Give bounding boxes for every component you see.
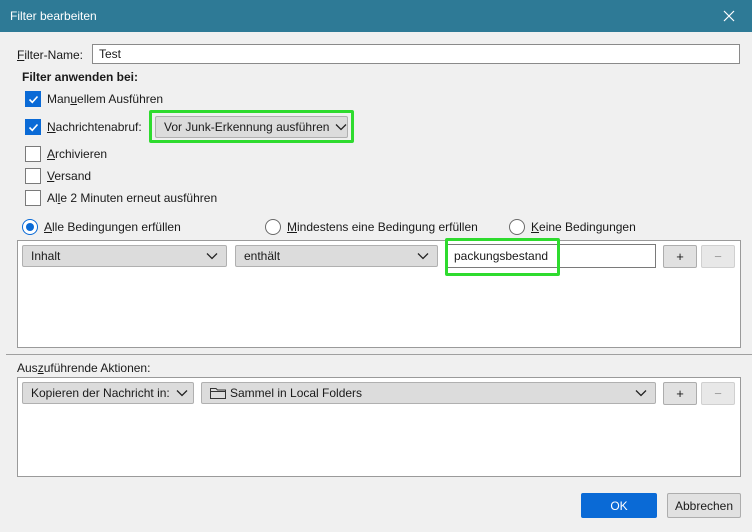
action-type-value: Kopieren der Nachricht in: <box>31 386 170 400</box>
archive-label: Archivieren <box>47 147 108 161</box>
action-type-dropdown[interactable]: Kopieren der Nachricht in: <box>22 382 194 404</box>
manual-run-checkbox[interactable] <box>25 91 41 107</box>
match-any-radio[interactable] <box>265 219 281 235</box>
chevron-down-icon <box>176 390 188 397</box>
archive-checkbox[interactable] <box>25 146 41 162</box>
match-none-option[interactable]: Keine Bedingungen <box>509 219 636 235</box>
cancel-button[interactable]: Abbrechen <box>667 493 741 518</box>
section-separator <box>6 354 752 355</box>
fetch-checkbox[interactable] <box>25 119 41 135</box>
condition-field-value: Inhalt <box>31 249 61 263</box>
title-bar: Filter bearbeiten <box>0 0 752 32</box>
filter-name-input[interactable]: Test <box>92 44 740 64</box>
match-none-radio[interactable] <box>509 219 525 235</box>
checkmark-icon <box>28 95 38 103</box>
fetch-label: Nachrichtenabruf: <box>47 120 142 134</box>
chevron-down-icon <box>635 390 647 397</box>
fetch-timing-dropdown[interactable]: Vor Junk-Erkennung ausführen <box>155 116 348 138</box>
periodic-option[interactable]: Alle 2 Minuten erneut ausführen <box>25 190 217 206</box>
send-checkbox[interactable] <box>25 168 41 184</box>
match-all-label: Alle Bedingungen erfüllen <box>44 220 181 234</box>
apply-heading: Filter anwenden bei: <box>22 70 139 84</box>
fetch-option[interactable]: Nachrichtenabruf: <box>25 119 142 135</box>
manual-run-option[interactable]: Manuellem Ausführen <box>25 91 163 107</box>
chevron-down-icon <box>206 253 218 260</box>
condition-operator-dropdown[interactable]: enthält <box>235 245 438 267</box>
chevron-down-icon <box>335 124 347 131</box>
target-folder-value: Sammel in Local Folders <box>230 386 363 400</box>
remove-action-button[interactable]: − <box>701 382 735 405</box>
close-icon <box>723 10 735 22</box>
target-folder-content: Sammel in Local Folders <box>210 386 362 400</box>
periodic-label: Alle 2 Minuten erneut ausführen <box>47 191 218 205</box>
checkmark-icon <box>28 123 38 131</box>
fetch-timing-value: Vor Junk-Erkennung ausführen <box>164 120 330 134</box>
archive-option[interactable]: Archivieren <box>25 146 107 162</box>
match-all-radio[interactable] <box>22 219 38 235</box>
ok-button[interactable]: OK <box>581 493 657 518</box>
filter-name-label: Filter-Name: <box>17 48 84 62</box>
match-any-option[interactable]: Mindestens eine Bedingung erfüllen <box>265 219 478 235</box>
manual-run-label: Manuellem Ausführen <box>47 92 164 106</box>
add-action-button[interactable]: + <box>663 382 697 405</box>
add-condition-button[interactable]: + <box>663 245 697 268</box>
close-button[interactable] <box>706 0 752 32</box>
actions-label: Auszuführende Aktionen: <box>17 361 151 375</box>
remove-condition-button[interactable]: − <box>701 245 735 268</box>
condition-field-dropdown[interactable]: Inhalt <box>22 245 227 267</box>
periodic-checkbox[interactable] <box>25 190 41 206</box>
condition-operator-value: enthält <box>244 249 281 263</box>
match-all-option[interactable]: Alle Bedingungen erfüllen <box>22 219 181 235</box>
match-none-label: Keine Bedingungen <box>531 220 636 234</box>
folder-icon <box>210 388 226 399</box>
send-label: Versand <box>47 169 92 183</box>
match-any-label: Mindestens eine Bedingung erfüllen <box>287 220 478 234</box>
send-option[interactable]: Versand <box>25 168 91 184</box>
condition-value-highlight <box>445 238 560 276</box>
window-title: Filter bearbeiten <box>10 9 97 23</box>
chevron-down-icon <box>417 253 429 260</box>
target-folder-dropdown[interactable]: Sammel in Local Folders <box>201 382 656 404</box>
